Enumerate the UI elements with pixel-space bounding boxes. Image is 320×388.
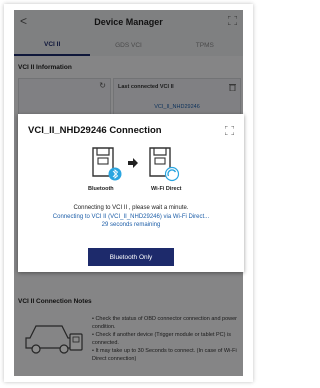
arrow-right-icon <box>128 158 138 168</box>
device-frame: < Device Manager VCI II GDS VCI TPMS VCI… <box>4 4 253 382</box>
bluetooth-label: Bluetooth <box>88 186 114 192</box>
wifi-vci-icon <box>149 147 180 182</box>
status-line-2: Connecting to VCI II (VCI_II_NHD29246) v… <box>52 214 210 220</box>
connection-dialog: VCI_II_NHD29246 Connection Bluetooth Wi-… <box>18 114 244 272</box>
status-line-1: Connecting to VCI II , please wait a min… <box>73 205 189 211</box>
scan-icon[interactable] <box>225 126 234 135</box>
dialog-title: VCI_II_NHD29246 Connection <box>28 125 162 136</box>
countdown-text: 29 seconds remaining <box>101 222 161 228</box>
bluetooth-vci-icon <box>92 147 122 181</box>
bluetooth-only-button[interactable]: Bluetooth Only <box>88 248 174 266</box>
wifi-direct-label: Wi-Fi Direct <box>151 186 182 192</box>
